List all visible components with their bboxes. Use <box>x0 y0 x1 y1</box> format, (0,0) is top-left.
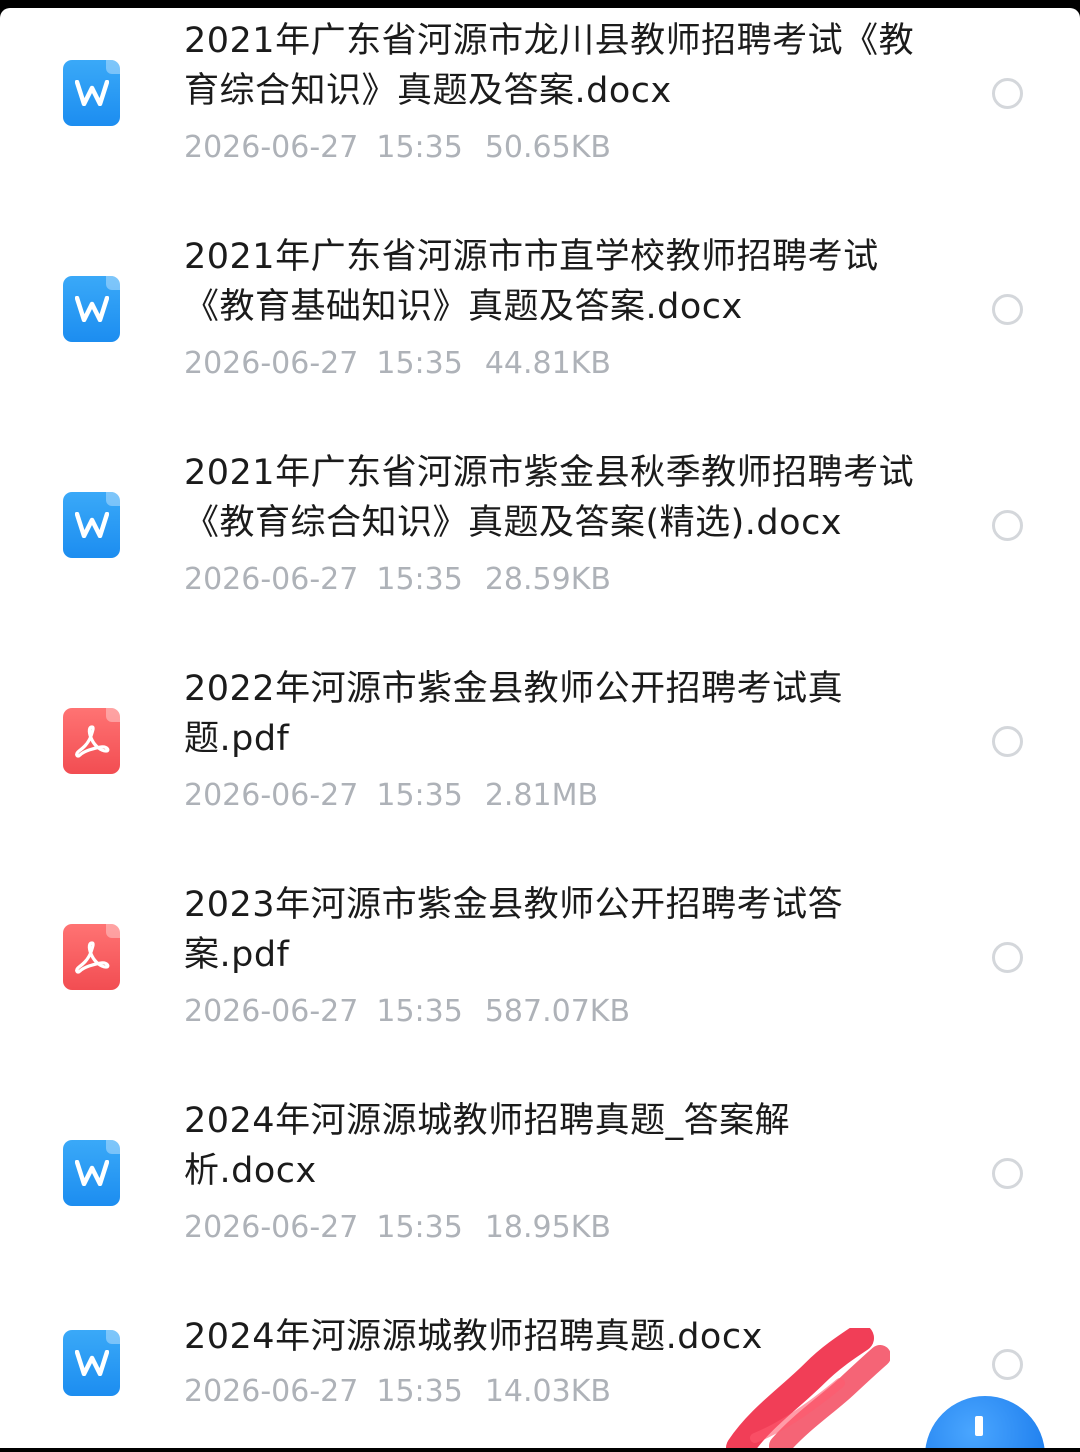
select-radio[interactable] <box>992 78 1023 109</box>
file-meta: 2026-06-27 15:35 28.59KB <box>184 560 611 600</box>
file-date: 2026-06-27 <box>184 346 359 381</box>
file-meta: 2026-06-27 15:35 14.03KB <box>184 1372 611 1412</box>
file-size: 28.59KB <box>484 562 611 597</box>
file-time: 15:35 <box>376 778 463 813</box>
file-size: 14.03KB <box>484 1374 611 1409</box>
file-time: 15:35 <box>376 1374 463 1409</box>
word-icon <box>63 60 120 126</box>
file-date: 2026-06-27 <box>184 1210 359 1245</box>
file-name: 2021年广东省河源市龙川县教师招聘考试《教育综合知识》真题及答案.docx <box>184 21 915 111</box>
file-meta: 2026-06-27 15:35 44.81KB <box>184 344 611 384</box>
file-name: 2021年广东省河源市紫金县秋季教师招聘考试《教育综合知识》真题及答案(精选).… <box>184 453 915 543</box>
select-radio[interactable] <box>992 726 1023 757</box>
file-meta: 2026-06-27 15:35 50.65KB <box>184 128 611 168</box>
select-radio[interactable] <box>992 294 1023 325</box>
file-meta: 2026-06-27 15:35 587.07KB <box>184 992 630 1032</box>
plus-icon <box>975 1416 983 1436</box>
file-list: 2021年广东省河源市龙川县教师招聘考试《教育综合知识》真题及答案.docx 2… <box>0 8 1080 1448</box>
file-date: 2026-06-27 <box>184 778 359 813</box>
file-time: 15:35 <box>376 994 463 1029</box>
file-meta: 2026-06-27 15:35 2.81MB <box>184 776 598 816</box>
file-row[interactable]: 2021年广东省河源市龙川县教师招聘考试《教育综合知识》真题及答案.docx 2… <box>0 8 1080 224</box>
pdf-icon <box>63 708 120 774</box>
pdf-icon <box>63 924 120 990</box>
select-radio[interactable] <box>992 1158 1023 1189</box>
file-time: 15:35 <box>376 562 463 597</box>
file-size: 587.07KB <box>484 994 631 1029</box>
word-icon <box>63 492 120 558</box>
file-row[interactable]: 2021年广东省河源市紫金县秋季教师招聘考试《教育综合知识》真题及答案(精选).… <box>0 440 1080 656</box>
file-date: 2026-06-27 <box>184 1374 359 1409</box>
select-radio[interactable] <box>992 942 1023 973</box>
file-size: 18.95KB <box>484 1210 611 1245</box>
file-name: 2021年广东省河源市市直学校教师招聘考试《教育基础知识》真题及答案.docx <box>184 237 879 327</box>
word-icon <box>63 1140 120 1206</box>
select-radio[interactable] <box>992 510 1023 541</box>
file-time: 15:35 <box>376 1210 463 1245</box>
file-name: 2024年河源源城教师招聘真题_答案解析.docx <box>184 1101 791 1191</box>
file-row[interactable]: 2022年河源市紫金县教师公开招聘考试真题.pdf 2026-06-27 15:3… <box>0 656 1080 872</box>
file-meta: 2026-06-27 15:35 18.95KB <box>184 1208 611 1248</box>
file-row[interactable]: 2021年广东省河源市市直学校教师招聘考试《教育基础知识》真题及答案.docx … <box>0 224 1080 440</box>
file-row[interactable]: 2024年河源源城教师招聘真题_答案解析.docx 2026-06-27 15:3… <box>0 1088 1080 1304</box>
file-size: 2.81MB <box>484 778 599 813</box>
file-date: 2026-06-27 <box>184 130 359 165</box>
file-date: 2026-06-27 <box>184 994 359 1029</box>
select-radio[interactable] <box>992 1349 1023 1380</box>
word-icon <box>63 276 120 342</box>
file-row[interactable]: 2023年河源市紫金县教师公开招聘考试答案.pdf 2026-06-27 15:3… <box>0 872 1080 1088</box>
file-size: 50.65KB <box>484 130 611 165</box>
file-list-screen: 2021年广东省河源市龙川县教师招聘考试《教育综合知识》真题及答案.docx 2… <box>0 8 1080 1448</box>
word-icon <box>63 1330 120 1396</box>
file-time: 15:35 <box>376 346 463 381</box>
file-name: 2023年河源市紫金县教师公开招聘考试答案.pdf <box>184 885 844 975</box>
file-date: 2026-06-27 <box>184 562 359 597</box>
file-row[interactable]: 2024年河源源城教师招聘真题.docx 2026-06-27 15:35 14.0… <box>0 1304 1080 1448</box>
red-scribble-mark <box>726 1328 890 1448</box>
file-size: 44.81KB <box>484 346 611 381</box>
file-name: 2022年河源市紫金县教师公开招聘考试真题.pdf <box>184 669 844 759</box>
file-time: 15:35 <box>376 130 463 165</box>
